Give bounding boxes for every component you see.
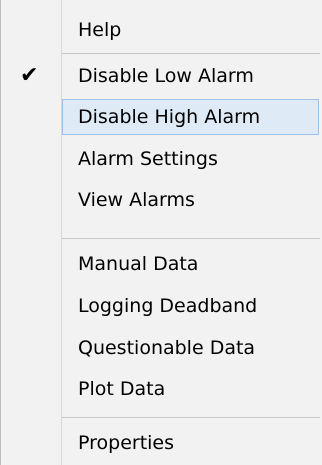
context-menu: Help ✔ Disable Low Alarm Disable High Al… (0, 0, 322, 465)
menu-item-label: View Alarms (78, 189, 195, 211)
menu-item-label: Help (78, 19, 122, 41)
menu-item-disable-low-alarm[interactable]: ✔ Disable Low Alarm (0, 56, 322, 96)
menu-item-label: Logging Deadband (78, 295, 258, 317)
menu-separator (62, 417, 320, 418)
menu-item-manual-data[interactable]: Manual Data (0, 244, 322, 284)
menu-item-alarm-settings[interactable]: Alarm Settings (0, 139, 322, 179)
menu-item-view-alarms[interactable]: View Alarms (0, 180, 322, 220)
menu-item-questionable-data[interactable]: Questionable Data (0, 328, 322, 368)
menu-item-properties[interactable]: Properties (0, 423, 322, 463)
menu-item-disable-high-alarm[interactable]: Disable High Alarm (0, 97, 322, 137)
menu-item-label: Plot Data (78, 378, 166, 400)
menu-item-label: Properties (78, 432, 175, 454)
menu-item-label: Alarm Settings (78, 148, 218, 170)
menu-item-label: Disable High Alarm (78, 106, 261, 128)
menu-item-label: Disable Low Alarm (78, 65, 254, 87)
menu-item-logging-deadband[interactable]: Logging Deadband (0, 286, 322, 326)
menu-item-plot-data[interactable]: Plot Data (0, 369, 322, 409)
checkmark-icon: ✔ (20, 63, 39, 88)
menu-item-help[interactable]: Help (0, 10, 322, 50)
menu-item-label: Questionable Data (78, 337, 256, 359)
menu-item-label: Manual Data (78, 253, 199, 275)
menu-separator (62, 238, 320, 239)
menu-separator (62, 53, 320, 54)
